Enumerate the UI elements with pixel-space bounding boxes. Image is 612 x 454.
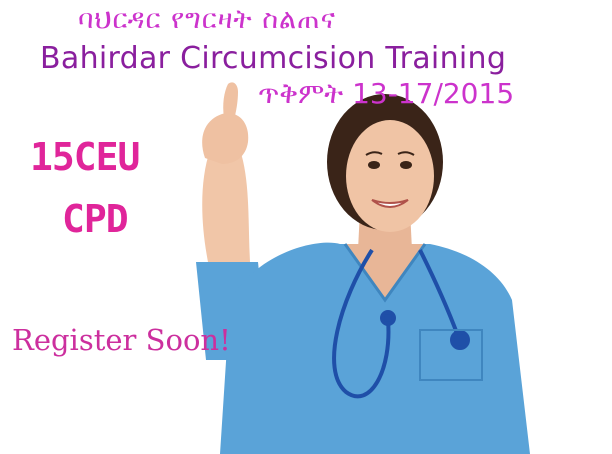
poster-title: Bahirdar Circumcision Training [40, 41, 507, 76]
training-poster: ባህርዳር የግርዛት ስልጠና Bahirdar Circumcision T… [0, 0, 612, 454]
amharic-heading: ባህርዳር የግርዛት ስልጠና [78, 4, 336, 35]
register-soon-text: Register Soon! [12, 323, 231, 357]
training-date: ጥቅምት 13-17/2015 [258, 77, 515, 110]
face [346, 120, 434, 232]
raised-hand [202, 82, 250, 262]
cpd-label: CPD [62, 197, 129, 241]
ceu-credit-label: 15CEU [30, 135, 140, 179]
